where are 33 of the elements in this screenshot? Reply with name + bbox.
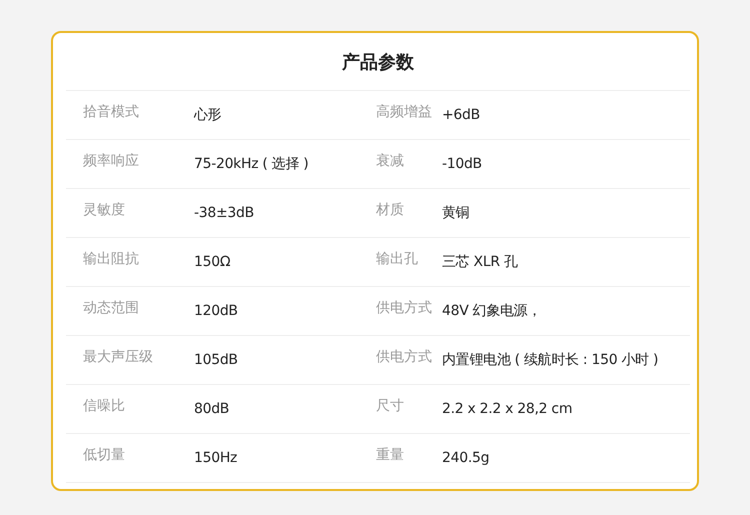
spec-label: 供电方式 [375,348,433,366]
spec-value: -38±3dB [194,205,255,221]
spec-label: 频率响应 [82,152,140,170]
spec-label: 最大声压级 [82,348,154,366]
spec-value: 2.2 x 2.2 x 28,2 cm [442,401,574,417]
spec-label: 衰减 [375,152,405,170]
spec-value: 240.5g [442,450,490,466]
spec-label: 尺寸 [375,397,405,415]
spec-label: 输出阻抗 [82,250,140,268]
spec-value: -10dB [442,156,483,172]
spec-label: 输出孔 [375,250,419,268]
spec-value: 75-20kHz ( 选择 ) [194,155,310,173]
spec-value: +6dB [442,107,481,123]
spec-label: 信噪比 [82,397,126,415]
spec-value: 48V 幻象电源， [442,302,542,320]
spec-value: 150Ω [194,254,232,270]
spec-label: 供电方式 [375,299,433,317]
spec-value: 150Hz [194,450,238,466]
spec-label: 重量 [375,446,405,464]
spec-value: 三芯 XLR 孔 [442,253,519,271]
spec-label: 拾音模式 [82,103,140,121]
spec-label: 动态范围 [82,299,140,317]
spec-label: 低切量 [82,446,126,464]
spec-value: 黄铜 [442,204,470,222]
card-title: 产品参数 [66,33,690,91]
spec-value: 心形 [194,106,222,124]
spec-value: 120dB [194,303,239,319]
spec-value: 内置锂电池 ( 续航时长 : 150 小时 ) [442,351,660,369]
spec-value: 80dB [194,401,230,417]
spec-value: 105dB [194,352,239,368]
spec-label: 高频增益 [375,103,433,121]
spec-label: 材质 [375,201,405,219]
spec-label: 灵敏度 [82,201,126,219]
